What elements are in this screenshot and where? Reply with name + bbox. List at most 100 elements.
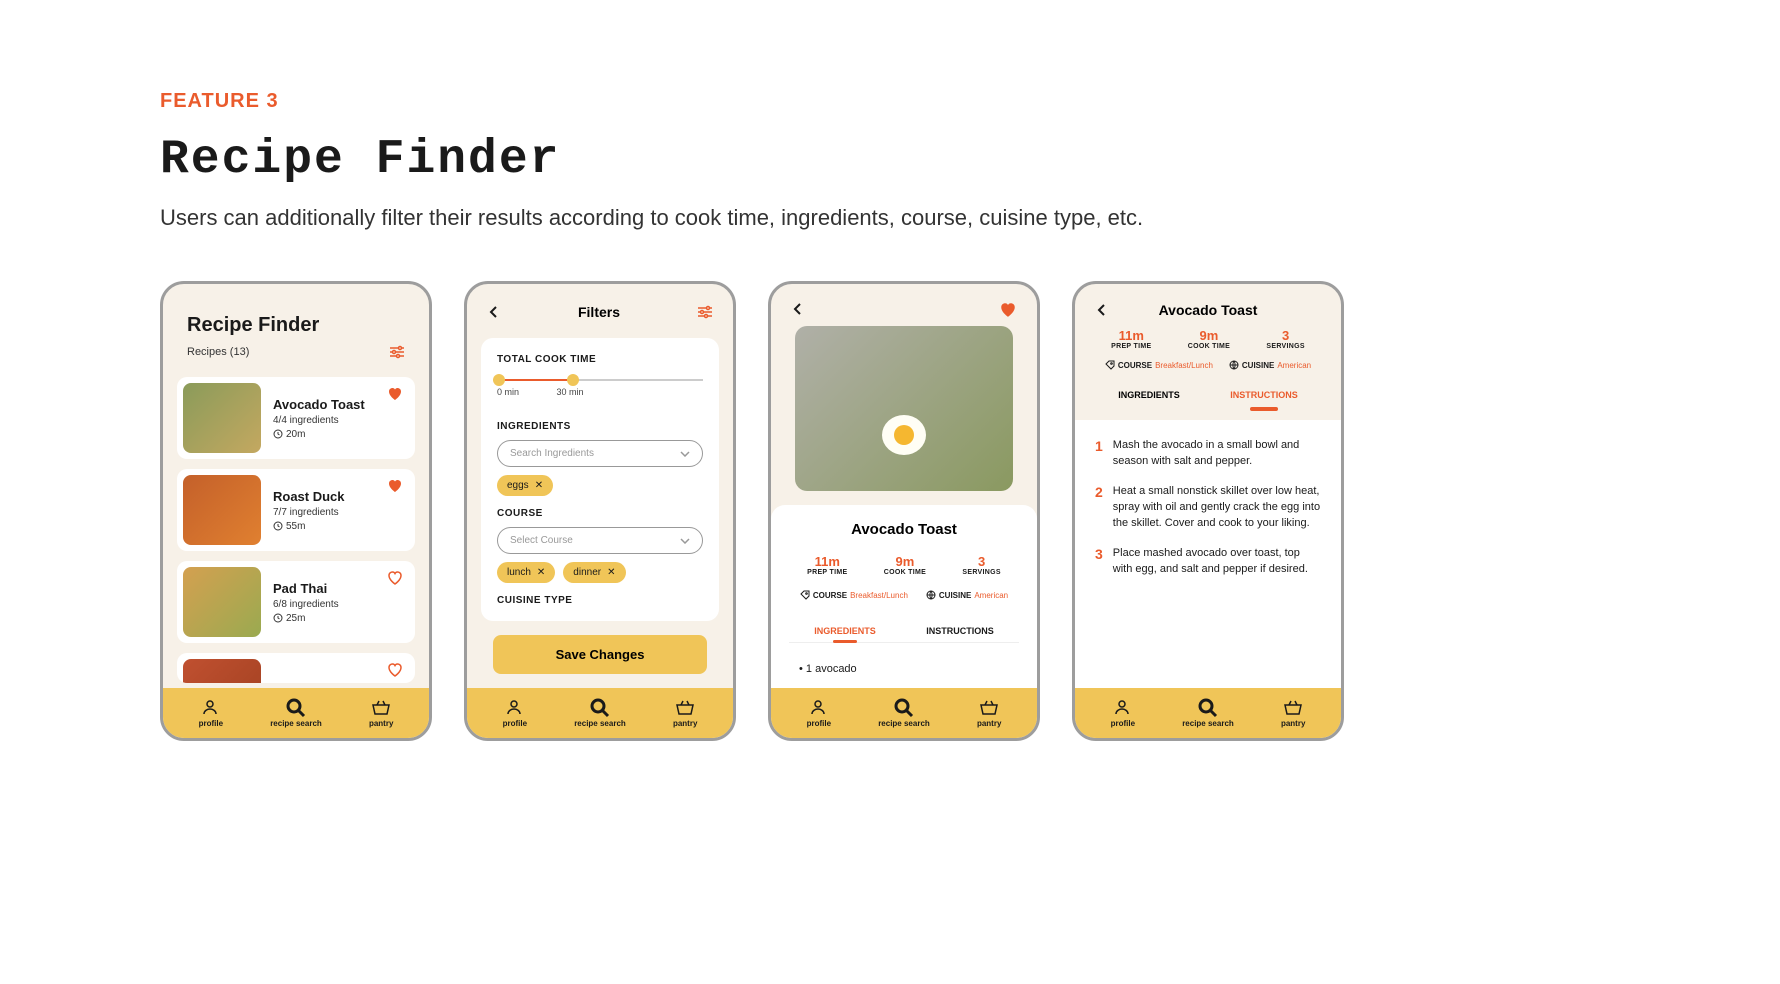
profile-icon — [1113, 698, 1133, 718]
basket-icon — [371, 698, 391, 718]
course-chip[interactable]: lunch✕ — [497, 562, 555, 583]
recipe-name: Avocado Toast — [789, 521, 1019, 538]
bottom-tabbar: profile recipe search pantry — [771, 688, 1037, 738]
recipe-card[interactable]: Pad Thai 6/8 ingredients 25m — [177, 561, 415, 643]
tab-profile[interactable]: profile — [199, 698, 223, 728]
back-icon[interactable] — [791, 302, 805, 318]
recipe-time: 55m — [273, 521, 345, 532]
search-icon — [1198, 698, 1218, 718]
recipe-time: 25m — [273, 613, 339, 624]
stat-cook: 9mCOOK TIME — [884, 554, 926, 576]
recipe-card[interactable] — [177, 653, 415, 683]
filter-icon[interactable] — [697, 305, 713, 319]
ingredients-dropdown[interactable]: Search Ingredients — [497, 440, 703, 467]
filter-icon[interactable] — [389, 345, 405, 359]
close-icon[interactable]: ✕ — [607, 567, 615, 578]
back-icon[interactable] — [487, 305, 501, 319]
tab-recipe-search[interactable]: recipe search — [1182, 698, 1234, 728]
back-icon[interactable] — [1095, 303, 1109, 317]
recipe-ingredients-count: 6/8 ingredients — [273, 599, 339, 610]
step-number: 1 — [1095, 438, 1103, 470]
course-dropdown[interactable]: Select Course — [497, 527, 703, 554]
recipe-thumbnail — [183, 659, 261, 683]
favorite-icon[interactable] — [387, 571, 403, 585]
recipe-name: Avocado Toast — [273, 397, 365, 412]
favorite-icon[interactable] — [387, 387, 403, 401]
bottom-tabbar: profile recipe search pantry — [163, 688, 429, 738]
tab-recipe-search[interactable]: recipe search — [270, 698, 322, 728]
recipe-thumbnail — [183, 567, 261, 637]
course-chip[interactable]: dinner✕ — [563, 562, 625, 583]
profile-icon — [809, 698, 829, 718]
tab-ingredients[interactable]: INGREDIENTS — [814, 620, 876, 642]
stat-prep: 11mPREP TIME — [1111, 328, 1151, 350]
stat-servings: 3SERVINGS — [962, 554, 1000, 576]
phone-recipe-list: Recipe Finder Recipes (13) Avocado Toast… — [160, 281, 432, 741]
screen-title: Recipe Finder — [187, 314, 405, 337]
ingredient-item: • 1 avocado — [789, 653, 1019, 675]
tab-ingredients[interactable]: INGREDIENTS — [1118, 384, 1180, 406]
tab-profile[interactable]: profile — [1111, 698, 1135, 728]
page-title: Recipe Finder — [160, 133, 1620, 187]
meta-cuisine: CUISINEAmerican — [1229, 360, 1311, 370]
ingredient-chip[interactable]: eggs✕ — [497, 475, 553, 496]
basket-icon — [979, 698, 999, 718]
recipe-name: Roast Duck — [273, 489, 345, 504]
tab-profile[interactable]: profile — [807, 698, 831, 728]
screen-title: Filters — [578, 304, 620, 320]
phone-recipe-detail: Avocado Toast 11mPREP TIME 9mCOOK TIME 3… — [768, 281, 1040, 741]
favorite-icon[interactable] — [387, 663, 403, 677]
recipe-time: 20m — [273, 429, 365, 440]
meta-cuisine: CUISINEAmerican — [926, 590, 1008, 600]
tab-pantry[interactable]: pantry — [1281, 698, 1305, 728]
profile-icon — [505, 698, 525, 718]
close-icon[interactable]: ✕ — [535, 480, 543, 491]
meta-course: COURSEBreakfast/Lunch — [1105, 360, 1213, 370]
cooktime-slider[interactable] — [497, 379, 703, 381]
recipe-hero-image — [795, 326, 1013, 491]
phone-mockups-row: Recipe Finder Recipes (13) Avocado Toast… — [160, 281, 1620, 741]
step-number: 2 — [1095, 484, 1103, 532]
tab-recipe-search[interactable]: recipe search — [574, 698, 626, 728]
recipe-card[interactable]: Roast Duck 7/7 ingredients 55m — [177, 469, 415, 551]
instruction-step: 3Place mashed avocado over toast, top wi… — [1095, 546, 1321, 578]
recipe-name: Avocado Toast — [1159, 302, 1258, 318]
close-icon[interactable]: ✕ — [537, 567, 545, 578]
meta-course: COURSEBreakfast/Lunch — [800, 590, 908, 600]
feature-eyebrow: FEATURE 3 — [160, 90, 1620, 113]
tab-pantry[interactable]: pantry — [673, 698, 697, 728]
save-changes-button[interactable]: Save Changes — [493, 635, 707, 674]
filter-label-cooktime: TOTAL COOK TIME — [497, 354, 703, 365]
page-subtitle: Users can additionally filter their resu… — [160, 205, 1620, 231]
tab-instructions[interactable]: INSTRUCTIONS — [1230, 384, 1298, 406]
tab-instructions[interactable]: INSTRUCTIONS — [926, 620, 994, 642]
recipe-thumbnail — [183, 383, 261, 453]
search-icon — [286, 698, 306, 718]
favorite-icon[interactable] — [387, 479, 403, 493]
tab-pantry[interactable]: pantry — [977, 698, 1001, 728]
recipe-thumbnail — [183, 475, 261, 545]
recipe-name: Pad Thai — [273, 581, 339, 596]
tab-profile[interactable]: profile — [503, 698, 527, 728]
profile-icon — [201, 698, 221, 718]
instruction-step: 2Heat a small nonstick skillet over low … — [1095, 484, 1321, 532]
instruction-step: 1Mash the avocado in a small bowl and se… — [1095, 438, 1321, 470]
step-number: 3 — [1095, 546, 1103, 578]
favorite-icon[interactable] — [999, 302, 1017, 318]
recipe-card[interactable]: Avocado Toast 4/4 ingredients 20m — [177, 377, 415, 459]
filter-label-ingredients: INGREDIENTS — [497, 421, 703, 432]
filter-label-course: COURSE — [497, 508, 703, 519]
search-icon — [590, 698, 610, 718]
phone-instructions: Avocado Toast 11mPREP TIME 9mCOOK TIME 3… — [1072, 281, 1344, 741]
basket-icon — [1283, 698, 1303, 718]
stat-servings: 3SERVINGS — [1266, 328, 1304, 350]
bottom-tabbar: profile recipe search pantry — [467, 688, 733, 738]
recipe-ingredients-count: 7/7 ingredients — [273, 507, 345, 518]
page-header: FEATURE 3 Recipe Finder Users can additi… — [160, 90, 1620, 231]
recipe-count: Recipes (13) — [187, 346, 249, 358]
phone-filters: Filters TOTAL COOK TIME 0 min30 min INGR… — [464, 281, 736, 741]
bottom-tabbar: profile recipe search pantry — [1075, 688, 1341, 738]
tab-recipe-search[interactable]: recipe search — [878, 698, 930, 728]
search-icon — [894, 698, 914, 718]
tab-pantry[interactable]: pantry — [369, 698, 393, 728]
